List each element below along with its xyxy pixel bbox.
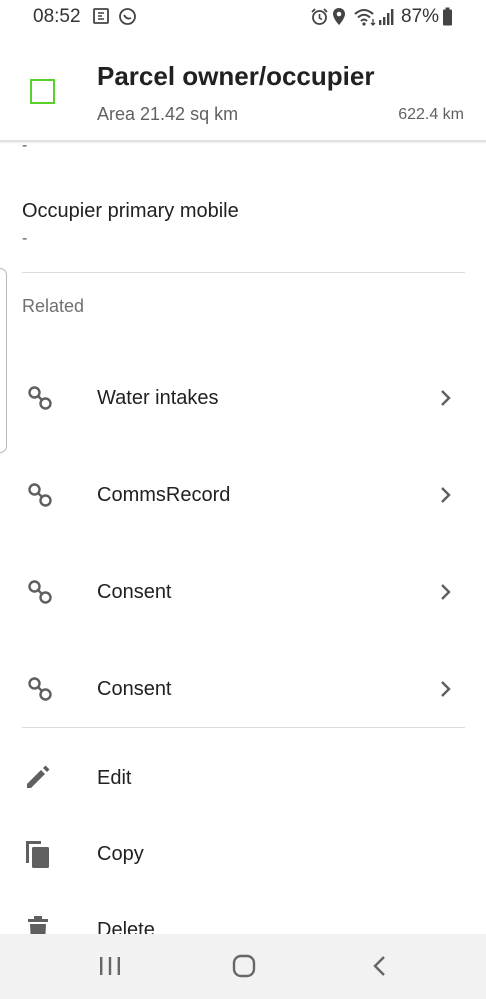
edit-label: Edit (97, 767, 132, 789)
home-icon[interactable] (232, 954, 256, 983)
system-nav-bar (0, 934, 486, 999)
link-icon (27, 579, 53, 610)
calendar-icon (92, 7, 110, 30)
copy-button[interactable]: Copy (0, 816, 486, 892)
related-item-label: Water intakes (97, 387, 219, 409)
related-item-label: CommsRecord (97, 484, 231, 506)
battery-icon (442, 7, 453, 31)
related-item-label: Consent (97, 581, 172, 603)
status-time: 08:52 (33, 6, 81, 27)
location-icon (331, 7, 347, 31)
polygon-symbol-icon (30, 79, 55, 104)
related-section-title: Related (22, 296, 85, 316)
feature-header: Parcel owner/occupier Area 21.42 sq km 6… (0, 34, 486, 142)
copy-label: Copy (97, 843, 144, 865)
alarm-icon (310, 7, 329, 31)
page-title: Parcel owner/occupier (97, 61, 375, 91)
wifi-icon (353, 7, 377, 31)
chevron-right-icon (438, 388, 452, 413)
field-value-occupier-mobile: - (22, 230, 28, 247)
link-icon (27, 385, 53, 416)
related-item-consent-1[interactable]: Consent (0, 545, 486, 641)
field-label-occupier-mobile: Occupier primary mobile (22, 200, 239, 222)
link-icon (27, 482, 53, 513)
battery-percent: 87% (401, 6, 440, 27)
related-item-commsrecord[interactable]: CommsRecord (0, 448, 486, 544)
distance-label: 622.4 km (398, 106, 464, 123)
related-item-consent-2[interactable]: Consent (0, 642, 486, 738)
chevron-right-icon (438, 679, 452, 704)
recents-icon[interactable] (98, 954, 122, 983)
related-item-water-intakes[interactable]: Water intakes (0, 351, 486, 447)
link-icon (27, 676, 53, 707)
previous-field-value: - (22, 137, 28, 154)
edit-button[interactable]: Edit (0, 740, 486, 816)
status-bar: 08:52 87% (0, 0, 486, 34)
chevron-right-icon (438, 485, 452, 510)
signal-icon (378, 7, 396, 31)
back-icon[interactable] (370, 954, 390, 983)
chevron-right-icon (438, 582, 452, 607)
divider (22, 272, 465, 273)
copy-icon (24, 839, 52, 874)
divider (22, 727, 465, 728)
area-label: Area 21.42 sq km (97, 104, 239, 124)
pencil-icon (24, 763, 52, 796)
side-panel-handle[interactable] (0, 268, 7, 453)
related-item-label: Consent (97, 678, 172, 700)
whatsapp-icon (118, 7, 137, 31)
